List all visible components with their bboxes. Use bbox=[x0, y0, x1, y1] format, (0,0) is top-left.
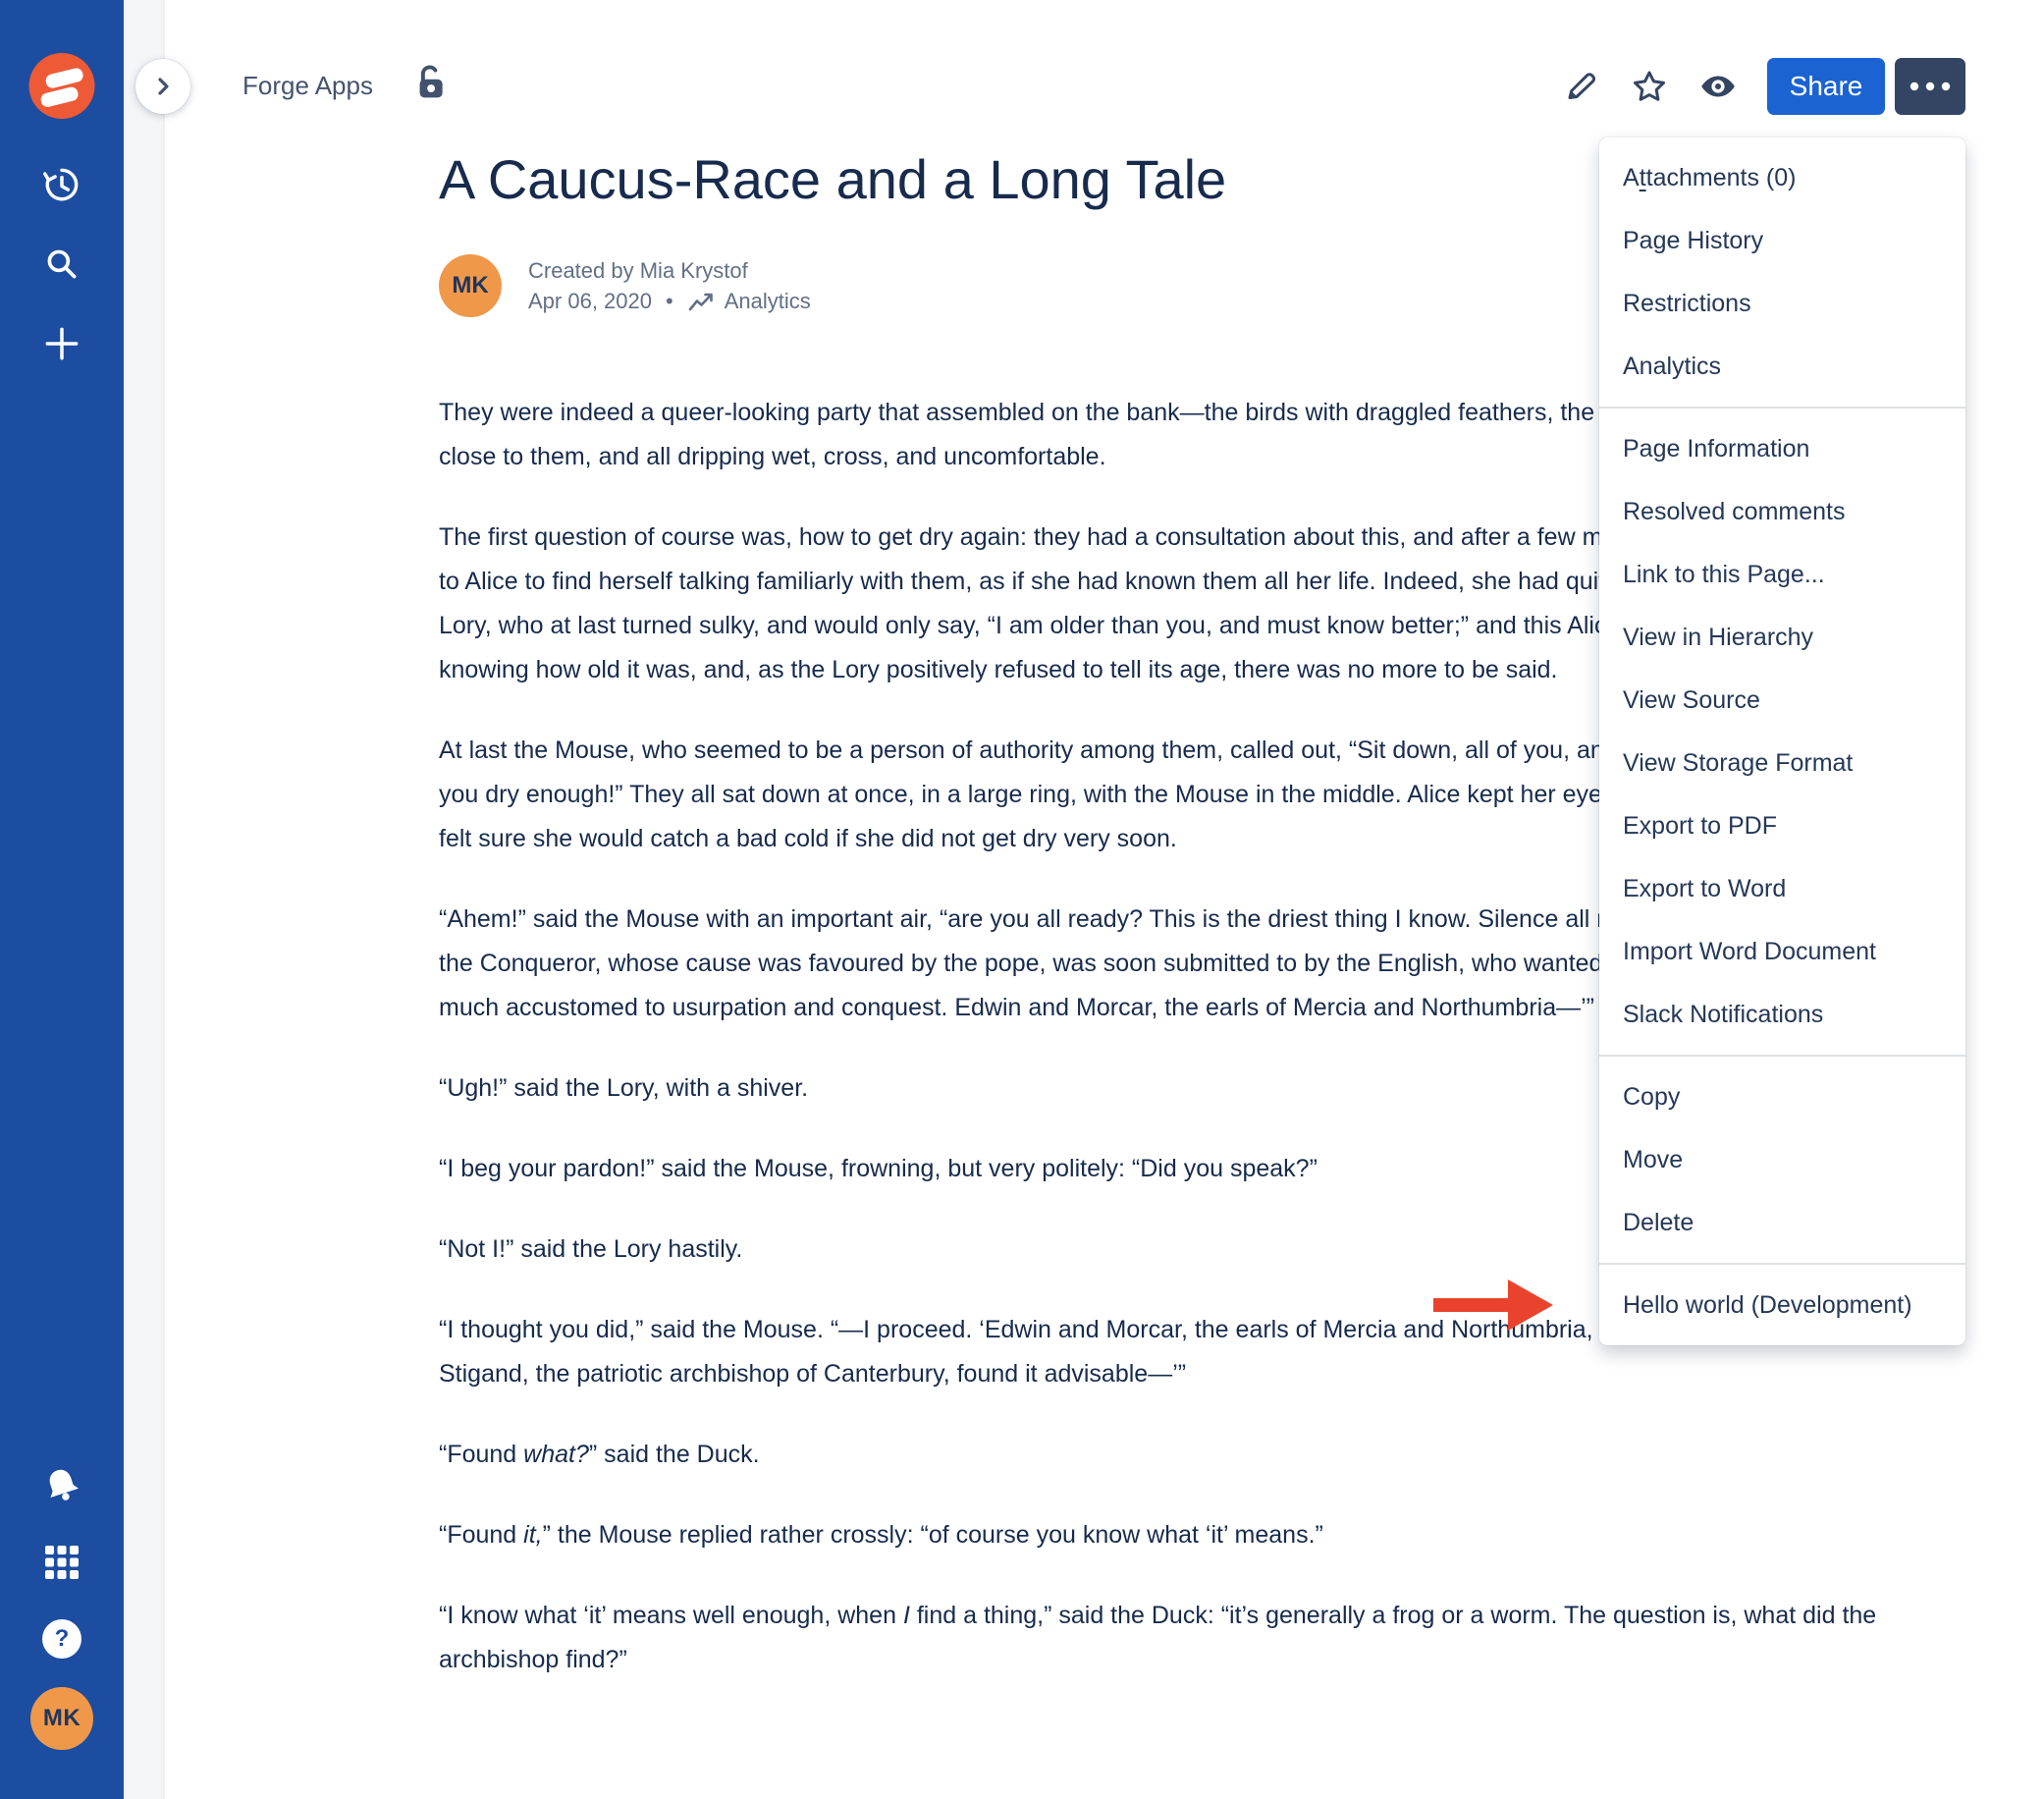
confluence-logo-glyph bbox=[29, 53, 95, 119]
app-switcher-icon[interactable] bbox=[43, 1544, 81, 1581]
menu-item-analytics[interactable]: Analytics bbox=[1599, 335, 1965, 398]
menu-item-delete[interactable]: Delete bbox=[1599, 1191, 1965, 1254]
menu-item-page-history[interactable]: Page History bbox=[1599, 209, 1965, 272]
unlocked-icon[interactable] bbox=[408, 61, 452, 104]
text-segment: “Ugh!” said the Lory, with a shiver. bbox=[439, 1074, 808, 1102]
menu-item-import-word-document[interactable]: Import Word Document bbox=[1599, 920, 1965, 983]
help-glyph: ? bbox=[55, 1625, 70, 1653]
menu-item-view-storage-format[interactable]: View Storage Format bbox=[1599, 732, 1965, 794]
menu-item-view-in-hierarchy[interactable]: View in Hierarchy bbox=[1599, 606, 1965, 669]
byline-separator: • bbox=[666, 286, 673, 316]
text-segment: “Found bbox=[439, 1521, 523, 1549]
analytics-label: Analytics bbox=[725, 286, 811, 316]
analytics-chart-icon bbox=[687, 289, 715, 314]
annotation-arrow bbox=[1433, 1280, 1553, 1336]
text-segment: “I beg your pardon!” said the Mouse, fro… bbox=[439, 1155, 1318, 1182]
menu-item-export-to-word[interactable]: Export to Word bbox=[1599, 857, 1965, 920]
profile-initials: MK bbox=[43, 1705, 81, 1732]
menu-item-copy[interactable]: Copy bbox=[1599, 1065, 1965, 1128]
byline-date: Apr 06, 2020 bbox=[528, 286, 652, 316]
text-segment: I bbox=[903, 1602, 910, 1629]
byline-created: Created by Mia Krystof bbox=[528, 255, 811, 286]
confluence-logo[interactable] bbox=[29, 53, 95, 119]
text-segment: what? bbox=[523, 1441, 589, 1468]
breadcrumb[interactable]: Forge Apps bbox=[242, 71, 373, 101]
analytics-link[interactable]: Analytics bbox=[687, 286, 811, 316]
ellipsis-icon bbox=[1909, 81, 1952, 92]
text-segment: “I know what ‘it’ means well enough, whe… bbox=[439, 1602, 903, 1629]
history-icon[interactable] bbox=[41, 164, 82, 205]
menu-item-resolved-comments[interactable]: Resolved comments bbox=[1599, 480, 1965, 543]
author-avatar[interactable]: MK bbox=[439, 254, 502, 317]
menu-item-link-to-this-page[interactable]: Link to this Page... bbox=[1599, 543, 1965, 606]
menu-item-restrictions[interactable]: Restrictions bbox=[1599, 272, 1965, 335]
menu-group: Page InformationResolved commentsLink to… bbox=[1599, 409, 1965, 1055]
chevron-right-icon bbox=[148, 72, 178, 101]
page-tree-rail bbox=[124, 0, 165, 1799]
star-icon[interactable] bbox=[1630, 67, 1669, 106]
text-segment: ” said the Duck. bbox=[589, 1441, 760, 1468]
menu-item-attachments-0[interactable]: Attachments (0) bbox=[1599, 146, 1965, 209]
menu-item-view-source[interactable]: View Source bbox=[1599, 669, 1965, 732]
menu-group: Attachments (0)Page HistoryRestrictionsA… bbox=[1599, 137, 1965, 407]
menu-item-slack-notifications[interactable]: Slack Notifications bbox=[1599, 983, 1965, 1046]
confluence-app: ? MK Forge Apps bbox=[0, 0, 2044, 1799]
global-sidebar: ? MK bbox=[0, 0, 124, 1799]
more-actions-button[interactable] bbox=[1895, 58, 1965, 115]
text-segment: ” the Mouse replied rather crossly: “of … bbox=[543, 1521, 1323, 1549]
menu-group: Hello world (Development) bbox=[1599, 1265, 1965, 1345]
search-icon[interactable] bbox=[41, 244, 82, 285]
text-segment: At last the Mouse, who seemed to be a pe… bbox=[439, 736, 1763, 764]
menu-item-page-information[interactable]: Page Information bbox=[1599, 417, 1965, 480]
help-icon[interactable]: ? bbox=[42, 1619, 81, 1659]
menu-item-hello-world-development[interactable]: Hello world (Development) bbox=[1599, 1274, 1965, 1336]
share-button[interactable]: Share bbox=[1767, 58, 1885, 115]
expand-sidebar-button[interactable] bbox=[135, 59, 190, 114]
paragraph: “Found what?” said the Duck. bbox=[439, 1433, 1941, 1477]
watch-icon[interactable] bbox=[1698, 67, 1738, 106]
profile-avatar[interactable]: MK bbox=[30, 1687, 93, 1750]
paragraph: “I know what ‘it’ means well enough, whe… bbox=[439, 1594, 1941, 1682]
create-icon[interactable] bbox=[41, 323, 82, 364]
menu-item-export-to-pdf[interactable]: Export to PDF bbox=[1599, 794, 1965, 857]
edit-icon[interactable] bbox=[1561, 67, 1600, 106]
page-actions: Share bbox=[1561, 57, 1965, 116]
text-segment: it, bbox=[523, 1521, 542, 1549]
dropdown-menu: Attachments (0)Page HistoryRestrictionsA… bbox=[1599, 137, 1965, 1345]
paragraph: “Found it,” the Mouse replied rather cro… bbox=[439, 1513, 1941, 1557]
text-segment: “Not I!” said the Lory hastily. bbox=[439, 1235, 742, 1263]
author-initials: MK bbox=[452, 272, 488, 300]
menu-group: CopyMoveDelete bbox=[1599, 1057, 1965, 1263]
menu-item-move[interactable]: Move bbox=[1599, 1128, 1965, 1191]
notifications-icon[interactable] bbox=[40, 1463, 83, 1506]
text-segment: “Found bbox=[439, 1441, 523, 1468]
